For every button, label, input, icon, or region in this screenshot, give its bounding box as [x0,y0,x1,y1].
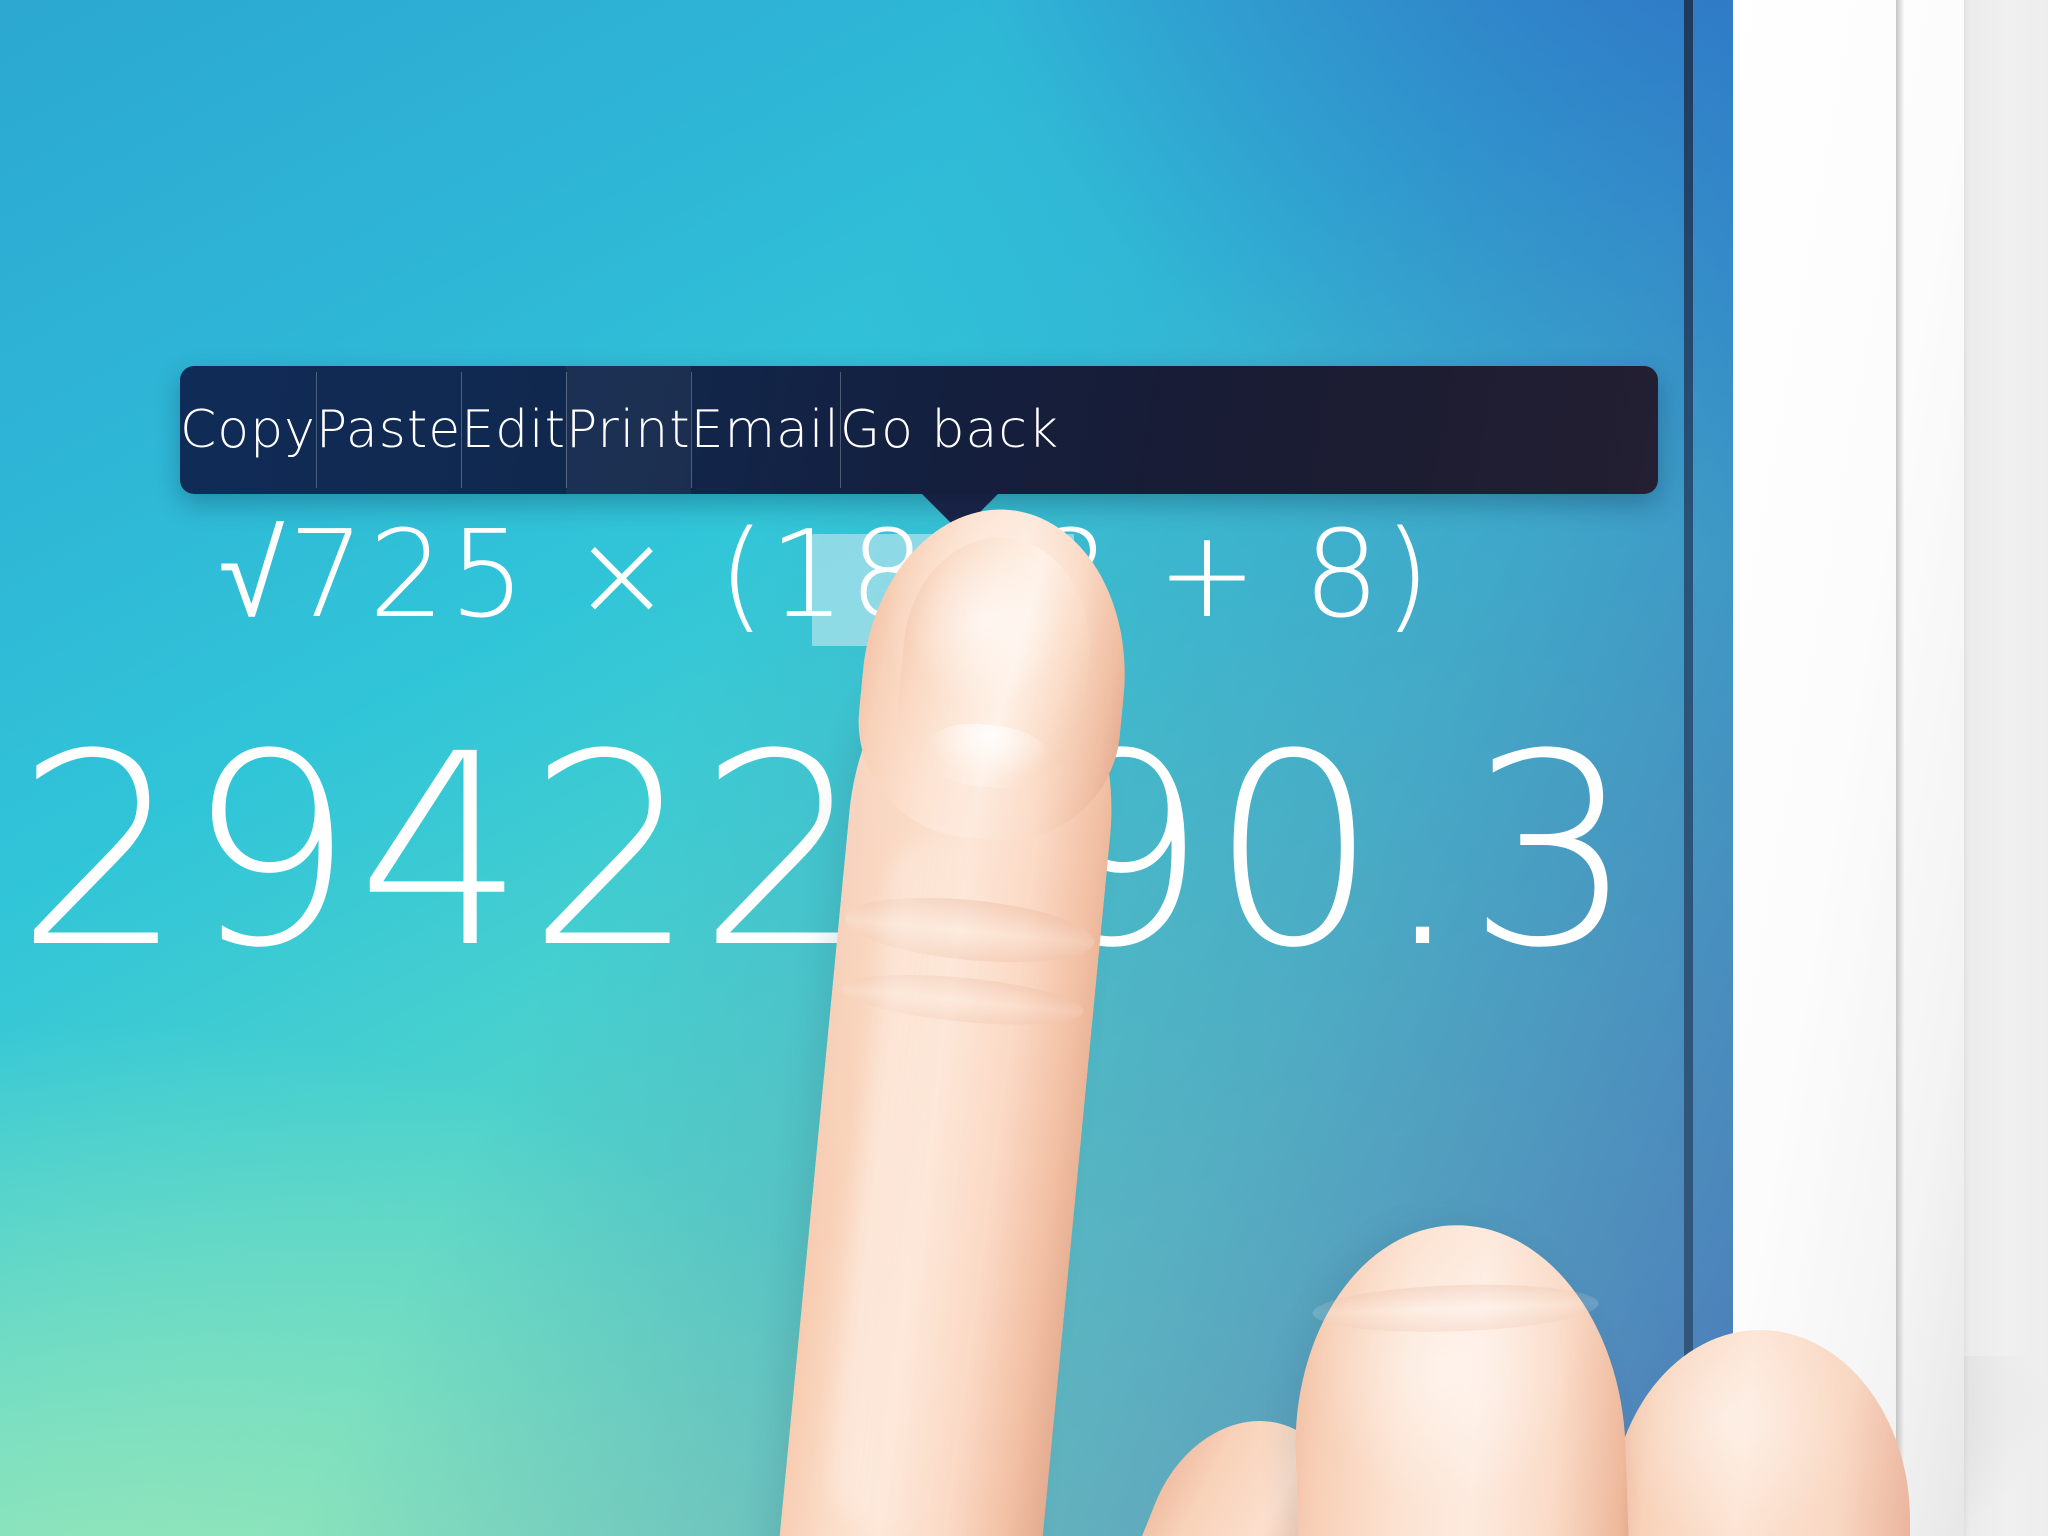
ring-finger [1610,1330,1910,1536]
middle-fingertip [1287,1219,1633,1536]
menu-item-paste-label: Paste [315,400,462,460]
menu-item-print[interactable]: Print [565,366,691,494]
menu-item-go-back[interactable]: Go back [839,366,1060,494]
menu-item-email[interactable]: Email [690,366,840,494]
menu-item-copy-label: Copy [180,400,316,460]
ring-fingertip [1610,1330,1910,1536]
menu-item-edit-label: Edit [461,400,566,460]
middle-finger [1287,1219,1642,1536]
scene: √725 × (18^3 + 8) 29422890.3 Copy Paste … [0,0,2048,1536]
menu-item-paste[interactable]: Paste [315,366,462,494]
menu-item-edit[interactable]: Edit [461,366,566,494]
menu-item-go-back-label: Go back [839,400,1060,460]
text-selection-context-menu[interactable]: Copy Paste Edit Print Email Go back [180,366,1658,494]
device-bezel [1724,0,1964,1536]
menu-item-email-label: Email [690,400,840,460]
bezel-seam [1896,0,1904,1536]
menu-item-print-label: Print [565,400,691,460]
expression-before-selection: √725 × ( [218,506,769,645]
menu-item-copy[interactable]: Copy [180,366,316,494]
